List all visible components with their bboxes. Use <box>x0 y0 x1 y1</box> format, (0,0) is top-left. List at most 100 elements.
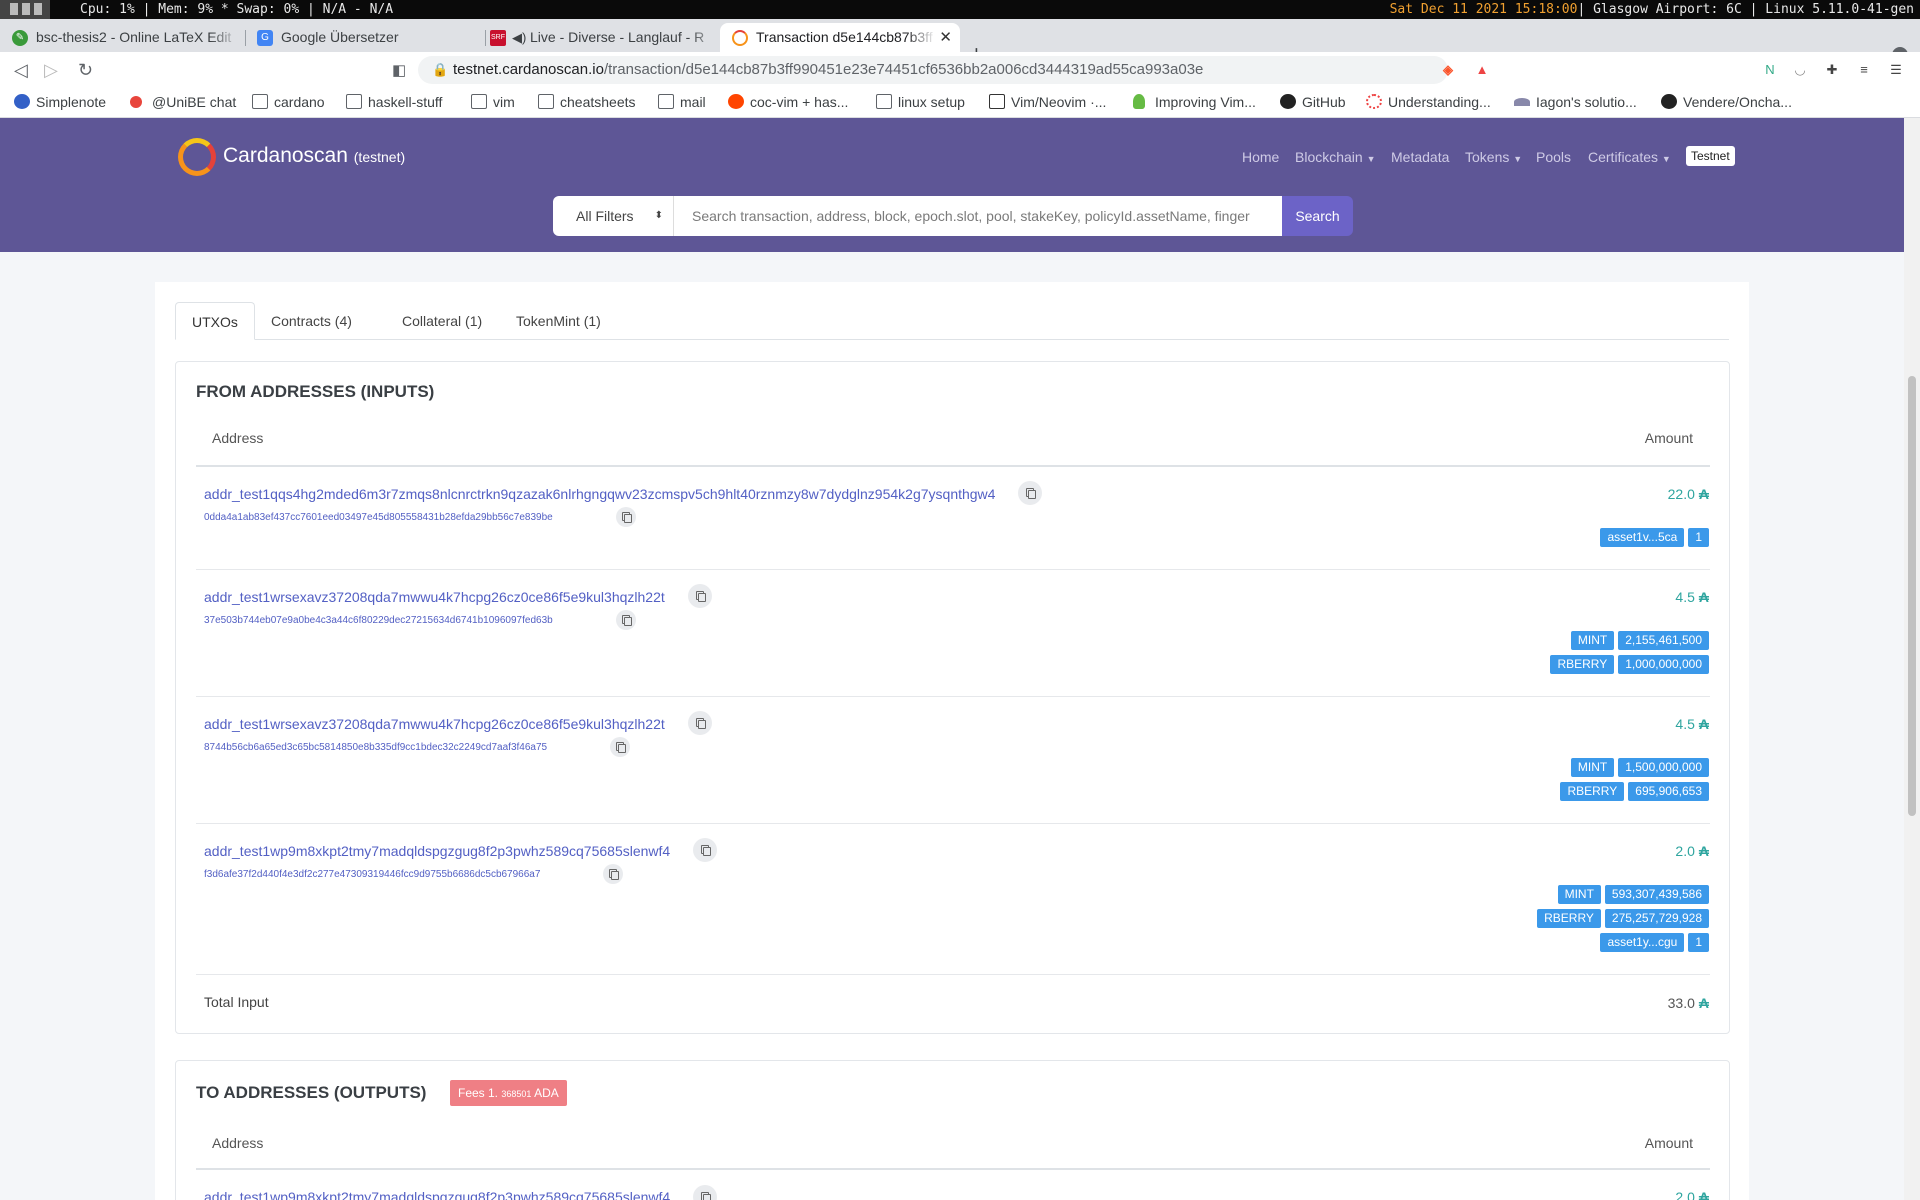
token-name-badge[interactable]: RBERRY <box>1550 655 1615 674</box>
token-name-badge[interactable]: RBERRY <box>1537 909 1601 928</box>
browser-menu-icon[interactable]: ☰ <box>1888 62 1904 78</box>
copy-tx-icon[interactable] <box>603 864 623 884</box>
browser-tab[interactable]: G Google Übersetzer <box>245 23 485 52</box>
extension-n-icon[interactable]: N <box>1762 62 1778 78</box>
nav-home[interactable]: Home <box>1242 149 1279 165</box>
bookmark-folder[interactable]: cardano <box>252 93 325 111</box>
tab-contracts[interactable]: Contracts (4) <box>255 302 368 340</box>
bookmark-folder[interactable]: haskell-stuff <box>346 93 442 111</box>
site-header: Cardanoscan (testnet) Home Blockchain ▼ … <box>0 118 1904 252</box>
copy-tx-icon[interactable] <box>610 737 630 757</box>
bookmark-item[interactable]: Vim/Neovim ·... <box>989 93 1106 111</box>
token-qty-badge: 1 <box>1688 528 1709 547</box>
copy-address-icon[interactable] <box>1018 481 1042 505</box>
column-header-address: Address <box>212 430 264 446</box>
reload-icon[interactable]: ↻ <box>78 60 93 80</box>
input-tx-link[interactable]: 0dda4a1ab83ef437cc7601eed03497e45d805558… <box>204 512 553 523</box>
lock-icon[interactable]: 🔒 <box>432 62 448 78</box>
bookmark-folder[interactable]: mail <box>658 93 706 111</box>
token-name-badge[interactable]: asset1v...5ca <box>1600 528 1685 547</box>
url-text[interactable]: testnet.cardanoscan.io/transaction/d5e14… <box>453 61 1203 78</box>
copy-address-icon[interactable] <box>688 584 712 608</box>
copy-address-icon[interactable] <box>693 1185 717 1200</box>
bookmark-folder[interactable]: cheatsheets <box>538 93 636 111</box>
browser-tab-active[interactable]: Transaction d5e144cb87b3ff ✕ <box>720 23 960 52</box>
token-name-badge[interactable]: RBERRY <box>1560 782 1625 801</box>
bookmark-item[interactable]: Simplenote <box>14 93 106 111</box>
copy-tx-icon[interactable] <box>616 610 636 630</box>
extensions-puzzle-icon[interactable]: ✚ <box>1824 62 1840 78</box>
row-divider <box>196 823 1710 824</box>
github-icon <box>1280 94 1296 109</box>
bookmark-folder[interactable]: linux setup <box>876 93 965 111</box>
ada-icon: ₳ <box>1698 843 1709 859</box>
search-button[interactable]: Search <box>1282 196 1353 236</box>
input-tx-link[interactable]: 37e503b744eb07e9a0be4c3a44c6f80229dec272… <box>204 615 553 626</box>
input-address-link[interactable]: addr_test1wp9m8xkpt2tmy7madqldspgzgug8f2… <box>204 843 670 859</box>
fees-badge: Fees 1. 368501 ADA <box>450 1080 567 1106</box>
token-name-badge[interactable]: MINT <box>1570 631 1615 650</box>
brave-shields-icon[interactable]: ◈ <box>1440 62 1456 78</box>
column-header-amount: Amount <box>1644 1135 1693 1151</box>
header-divider <box>196 1168 1710 1170</box>
nav-pools[interactable]: Pools <box>1536 149 1571 165</box>
browser-tab-title: Live - Diverse - Langlauf - R <box>530 29 705 45</box>
folder-icon <box>346 94 362 109</box>
cardanoscan-logo-icon[interactable] <box>178 138 216 176</box>
audio-playing-icon[interactable]: ◀) <box>512 23 526 52</box>
cardanoscan-favicon <box>732 30 748 46</box>
input-tx-link[interactable]: 8744b56cb6a65ed3c65bc5814850e8b335df9cc1… <box>204 742 547 753</box>
workspace-indicator[interactable] <box>0 0 50 19</box>
tab-utxos[interactable]: UTXOs <box>175 302 255 340</box>
scrollbar-thumb[interactable] <box>1908 376 1916 816</box>
search-input[interactable] <box>674 196 1282 236</box>
nav-certificates[interactable]: Certificates ▼ <box>1588 149 1671 165</box>
input-address-link[interactable]: addr_test1wrsexavz37208qda7mwwu4k7hcpg26… <box>204 716 665 732</box>
brave-rewards-icon[interactable]: ▲ <box>1474 62 1490 78</box>
bookmark-page-icon[interactable]: ◧ <box>392 61 406 79</box>
token-name-badge[interactable]: MINT <box>1570 758 1615 777</box>
pocket-icon[interactable]: ◡ <box>1792 62 1808 78</box>
page-scrollbar[interactable] <box>1904 118 1920 1200</box>
bookmark-folder[interactable]: vim <box>471 93 515 111</box>
site-brand[interactable]: Cardanoscan (testnet) <box>223 144 405 168</box>
nav-blockchain[interactable]: Blockchain ▼ <box>1295 149 1376 165</box>
bookmark-item[interactable]: Vendere/Oncha... <box>1661 93 1792 111</box>
back-icon[interactable]: ◁ <box>14 60 28 80</box>
input-address-link[interactable]: addr_test1qqs4hg2mded6m3r7zmqs8nlcnrctrk… <box>204 486 995 502</box>
srf-icon: SRF <box>490 30 506 46</box>
bookmark-item[interactable]: @UniBE chat <box>130 93 236 111</box>
copy-address-icon[interactable] <box>688 711 712 735</box>
close-tab-icon[interactable]: ✕ <box>939 23 952 52</box>
input-amount: 4.5 ₳ <box>1675 716 1709 732</box>
bookmark-item[interactable]: Understanding... <box>1366 93 1491 111</box>
input-amount: 4.5 ₳ <box>1675 589 1709 605</box>
copy-address-icon[interactable] <box>693 838 717 862</box>
bookmark-item[interactable]: GitHub <box>1280 93 1346 111</box>
token-name-badge[interactable]: MINT <box>1557 885 1601 904</box>
copy-tx-icon[interactable] <box>616 507 636 527</box>
network-badge[interactable]: Testnet <box>1686 146 1735 166</box>
browser-tab[interactable]: ✎ bsc-thesis2 - Online LaTeX Edit <box>0 23 240 52</box>
address-bar[interactable]: 🔒 testnet.cardanoscan.io/transaction/d5e… <box>418 56 1448 84</box>
tab-tokenmint[interactable]: TokenMint (1) <box>500 302 617 340</box>
input-address-link[interactable]: addr_test1wrsexavz37208qda7mwwu4k7hcpg26… <box>204 589 665 605</box>
nav-tokens[interactable]: Tokens ▼ <box>1465 149 1522 165</box>
folder-icon <box>252 94 268 109</box>
output-amount: 2.0 ₳ <box>1675 1189 1709 1200</box>
forward-icon[interactable]: ▷ <box>44 60 58 80</box>
reading-list-icon[interactable]: ≡ <box>1856 62 1872 78</box>
bookmark-item[interactable]: Iagon's solutio... <box>1514 93 1637 111</box>
nav-metadata[interactable]: Metadata <box>1391 149 1449 165</box>
token-name-badge[interactable]: asset1y...cgu <box>1600 933 1685 952</box>
token-badges: MINT 593,307,439,586 <box>1557 885 1709 904</box>
browser-tab[interactable]: SRF ◀) Live - Diverse - Langlauf - R <box>480 23 720 52</box>
bookmark-item[interactable]: Improving Vim... <box>1133 93 1256 111</box>
book-icon <box>989 94 1005 109</box>
tab-collateral[interactable]: Collateral (1) <box>386 302 498 340</box>
input-tx-link[interactable]: f3d6afe37f2d440f4e3df2c277e47309319446fc… <box>204 869 540 880</box>
output-address-link[interactable]: addr_test1wp9m8xkpt2tmy7madqldspgzgug8f2… <box>204 1189 670 1200</box>
bookmark-item[interactable]: coc-vim + has... <box>728 93 848 111</box>
search-filter-select[interactable]: All Filters ⬍ <box>553 196 674 236</box>
token-qty-badge: 275,257,729,928 <box>1604 909 1709 928</box>
